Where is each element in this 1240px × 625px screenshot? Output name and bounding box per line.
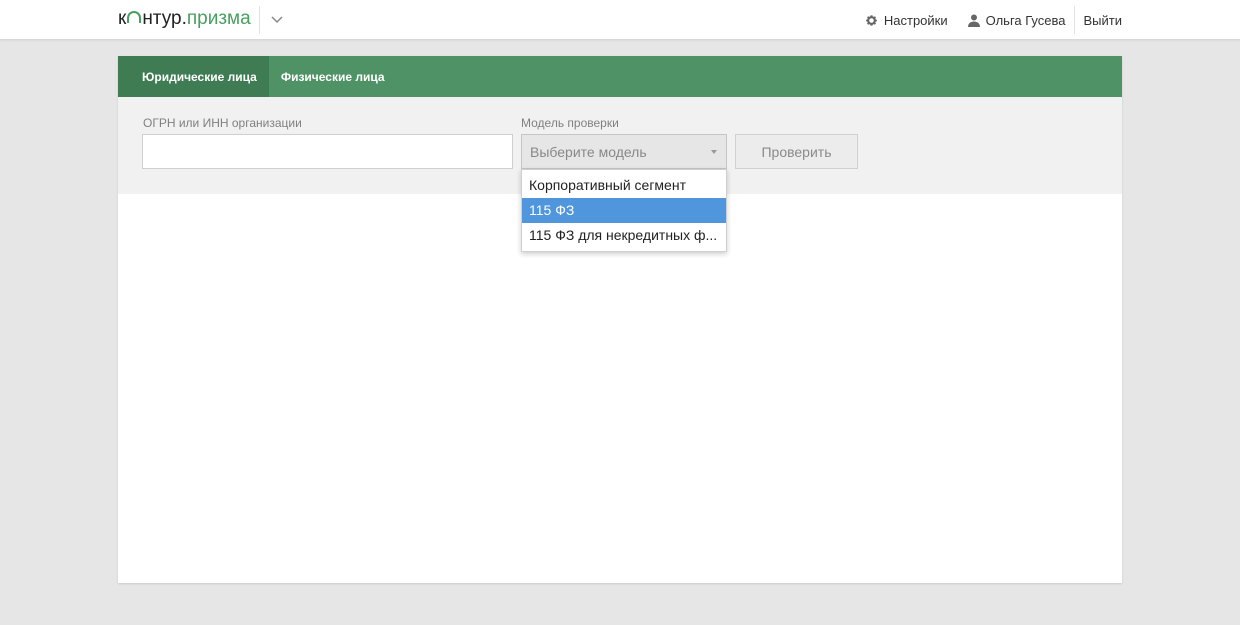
- caret-down-icon: [711, 150, 717, 154]
- user-name: Ольга Гусева: [985, 12, 1066, 28]
- logo-text-suffix: призма: [186, 8, 251, 29]
- product-switcher-chevron-down-icon[interactable]: [268, 10, 286, 28]
- model-dropdown-list: Корпоративный сегмент 115 ФЗ 115 ФЗ для …: [521, 169, 727, 252]
- top-menu-divider: [1073, 6, 1075, 34]
- dropdown-option-115-fz[interactable]: 115 ФЗ: [522, 198, 726, 223]
- tab-individuals[interactable]: Физические лица: [269, 56, 397, 97]
- logo-text-middle: нтур: [142, 8, 182, 29]
- settings-link[interactable]: Настройки: [865, 13, 948, 28]
- user-menu[interactable]: Ольга Гусева: [967, 12, 1066, 28]
- logo-divider: [259, 6, 260, 34]
- main-panel: Юридические лица Физические лица ОГРН ил…: [118, 56, 1122, 583]
- top-bar: к нтур.призма Настройки Ольга Гусева Выйт…: [0, 0, 1240, 40]
- logout-label: Выйти: [1083, 12, 1123, 28]
- org-field-label: ОГРН или ИНН организации: [143, 116, 302, 130]
- model-select[interactable]: Выберите модель: [521, 134, 727, 169]
- gear-icon: [865, 14, 878, 27]
- logout-link[interactable]: Выйти: [1084, 13, 1123, 28]
- settings-label: Настройки: [883, 12, 948, 28]
- dropdown-option-115-fz-noncredit[interactable]: 115 ФЗ для некредитных ф...: [522, 223, 726, 248]
- ogrn-inn-input[interactable]: [142, 134, 513, 169]
- top-right-menu: Настройки Ольга Гусева Выйти: [865, 0, 1122, 40]
- model-select-placeholder: Выберите модель: [530, 143, 647, 160]
- logo-cloud-icon: [127, 11, 142, 23]
- kontur-prizma-logo[interactable]: к нтур.призма: [118, 8, 251, 30]
- model-field-label: Модель проверки: [521, 116, 619, 130]
- entity-type-tabs: Юридические лица Физические лица: [118, 56, 1122, 97]
- tab-legal-entities[interactable]: Юридические лица: [118, 56, 269, 97]
- check-button[interactable]: Проверить: [735, 134, 858, 169]
- logo-text-prefix: к: [118, 8, 127, 29]
- dropdown-option-corporate-segment[interactable]: Корпоративный сегмент: [522, 173, 726, 198]
- user-icon: [967, 14, 980, 27]
